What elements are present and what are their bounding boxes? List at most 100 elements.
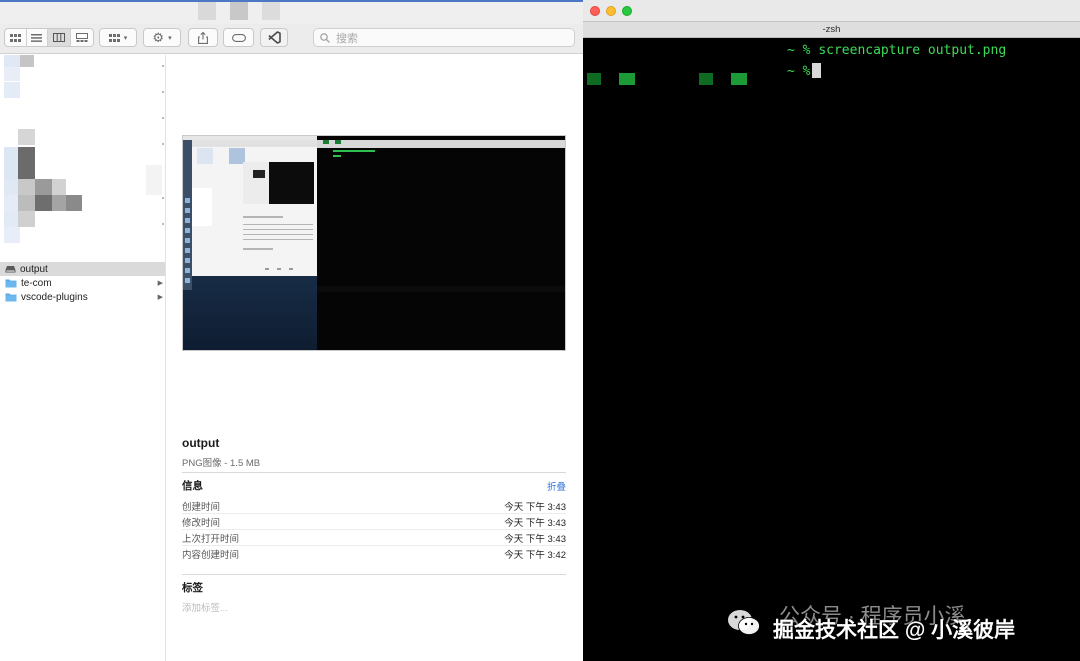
text-cursor xyxy=(812,63,822,78)
finder-toolbar: ▾ ⚙ ▾ 搜索 xyxy=(0,24,583,54)
wechat-icon xyxy=(728,610,760,635)
sidebar-item-label: te-com xyxy=(21,277,52,289)
info-label: 内容创建时间 xyxy=(182,550,240,561)
chevron-right-icon: ▶ xyxy=(157,294,163,301)
column-view-button[interactable] xyxy=(48,29,71,46)
blurred-title-block xyxy=(198,2,216,20)
tags-section-title: 标签 xyxy=(182,582,203,594)
info-value: 今天 下午 3:43 xyxy=(504,517,566,529)
folder-icon xyxy=(5,293,17,302)
collapse-link[interactable]: 折叠 xyxy=(547,479,566,493)
finder-titlebar xyxy=(0,2,583,24)
gallery-view-button[interactable] xyxy=(71,29,93,46)
blurred-sidebar-item xyxy=(18,179,35,195)
info-label: 修改时间 xyxy=(182,517,221,529)
info-value: 今天 下午 3:43 xyxy=(504,501,566,513)
sidebar-item-te-com[interactable]: te-com ▶ xyxy=(0,276,165,290)
column-divider-mark xyxy=(162,91,164,93)
blurred-sidebar-item xyxy=(18,195,35,211)
blurred-terminal-text xyxy=(731,73,747,85)
terminal-tab[interactable]: -zsh xyxy=(583,22,1080,38)
zoom-button[interactable] xyxy=(622,6,632,16)
sidebar-item-label: vscode-plugins xyxy=(21,291,88,303)
blurred-sidebar-item xyxy=(52,195,66,211)
info-row-created: 创建时间 今天 下午 3:43 xyxy=(182,498,566,514)
info-row-last-opened: 上次打开时间 今天 下午 3:43 xyxy=(182,530,566,546)
info-value: 今天 下午 3:43 xyxy=(504,533,566,545)
tag-button[interactable] xyxy=(223,28,254,47)
shell-prompt: ~ % xyxy=(787,64,811,79)
blurred-sidebar-item xyxy=(35,179,52,195)
icon-view-button[interactable] xyxy=(5,29,27,46)
open-in-vscode-button[interactable] xyxy=(260,28,288,47)
share-button[interactable] xyxy=(188,28,218,47)
chevron-down-icon: ▾ xyxy=(123,34,128,42)
blurred-sidebar-item xyxy=(20,55,34,67)
blurred-title-block xyxy=(262,2,280,20)
info-row-modified: 修改时间 今天 下午 3:43 xyxy=(182,514,566,530)
blurred-terminal-text xyxy=(699,73,713,85)
search-icon xyxy=(320,32,330,43)
finder-window: ▾ ⚙ ▾ 搜索 output te-com ▶ vscode-plugins … xyxy=(0,0,583,661)
blurred-sidebar-item xyxy=(4,82,20,98)
preview-pane: output PNG图像 - 1.5 MB 信息 折叠 创建时间 今天 下午 3… xyxy=(166,55,583,661)
info-section-title: 信息 xyxy=(182,480,203,492)
blurred-sidebar-item xyxy=(35,195,52,211)
column-divider-mark xyxy=(162,117,164,119)
minimize-button[interactable] xyxy=(606,6,616,16)
grid-icon xyxy=(9,33,21,42)
finder-sidebar: output te-com ▶ vscode-plugins ▶ xyxy=(0,55,166,661)
blurred-terminal-text xyxy=(587,73,601,85)
close-button[interactable] xyxy=(590,6,600,16)
terminal-titlebar xyxy=(583,0,1080,22)
terminal-title: -zsh xyxy=(822,24,841,35)
blurred-sidebar-item xyxy=(4,67,20,81)
search-field[interactable]: 搜索 xyxy=(313,28,575,47)
sidebar-item-label: output xyxy=(20,263,48,275)
blurred-sidebar-item xyxy=(18,129,35,145)
sidebar-item-output[interactable]: output xyxy=(0,262,165,276)
watermark-line-2: 掘金技术社区 @ 小溪彼岸 xyxy=(773,619,1016,642)
column-divider-mark xyxy=(162,223,164,225)
columns-icon xyxy=(52,33,65,42)
file-type-size: PNG图像 - 1.5 MB xyxy=(182,458,261,469)
blurred-sidebar-item xyxy=(4,227,20,243)
blurred-sidebar-item xyxy=(18,211,35,227)
section-divider xyxy=(182,472,566,473)
info-label: 上次打开时间 xyxy=(182,533,240,545)
column-divider-mark xyxy=(162,143,164,145)
grid-icon xyxy=(108,33,120,42)
blurred-terminal-text xyxy=(619,73,635,85)
gallery-icon xyxy=(75,33,88,42)
sidebar-item-vscode-plugins[interactable]: vscode-plugins ▶ xyxy=(0,290,165,304)
share-icon xyxy=(198,31,208,44)
list-icon xyxy=(31,33,43,42)
vscode-icon xyxy=(267,31,281,44)
group-by-button[interactable]: ▾ xyxy=(99,28,137,47)
info-label: 创建时间 xyxy=(182,501,221,513)
list-view-button[interactable] xyxy=(27,29,49,46)
chevron-down-icon: ▾ xyxy=(168,34,172,42)
terminal-output[interactable]: ~ % screencapture output.png ~ % xyxy=(583,38,1080,661)
terminal-blank-area xyxy=(583,38,783,73)
image-thumbnail[interactable] xyxy=(182,135,566,351)
info-row-content-created: 内容创建时间 今天 下午 3:42 xyxy=(182,546,566,562)
drive-icon xyxy=(5,266,16,273)
search-placeholder: 搜索 xyxy=(336,32,358,45)
blurred-title-block xyxy=(230,2,248,20)
blurred-sidebar-item xyxy=(52,179,66,195)
file-name: output xyxy=(182,436,220,450)
shell-prompt: ~ % xyxy=(787,43,811,58)
screenshot-preview-image xyxy=(183,136,565,350)
blurred-sidebar-item xyxy=(66,195,82,211)
tag-icon xyxy=(231,33,246,42)
blurred-sidebar-item xyxy=(18,147,35,179)
blurred-sidebar-item xyxy=(146,165,162,195)
action-menu-button[interactable]: ⚙ ▾ xyxy=(143,28,181,47)
terminal-line: ~ % screencapture output.png xyxy=(787,43,1006,58)
shell-command: screencapture output.png xyxy=(818,43,1007,58)
blurred-sidebar-item xyxy=(4,55,20,67)
section-divider xyxy=(182,574,566,575)
view-mode-control xyxy=(4,28,94,47)
add-tags-field[interactable]: 添加标签... xyxy=(182,600,228,614)
